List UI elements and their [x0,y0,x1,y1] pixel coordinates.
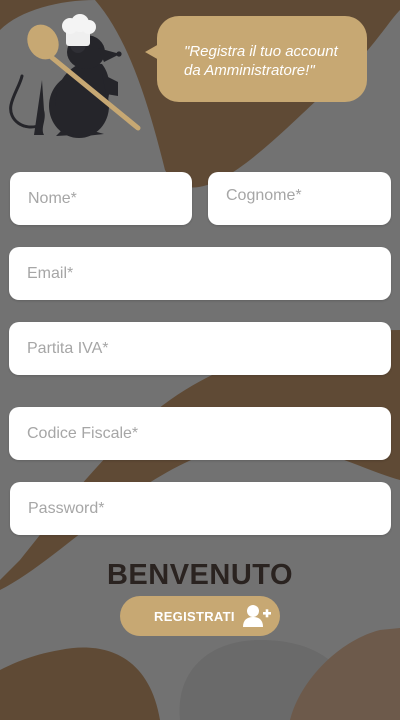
email-field[interactable] [9,247,391,300]
welcome-title: BENVENUTO [106,559,294,591]
cognome-field[interactable] [208,172,391,225]
nome-field[interactable] [10,172,192,225]
speech-bubble: "Registra il tuo account da Amministrato… [157,16,367,102]
speech-bubble-text: "Registra il tuo account da Amministrato… [184,43,338,79]
rat-chef-with-spoon-icon [9,14,141,138]
register-button-label: REGISTRATI [154,608,235,624]
password-field[interactable] [10,482,391,535]
codice-fiscale-field[interactable] [9,407,391,460]
add-user-icon [243,605,271,627]
register-button[interactable]: REGISTRATI [120,596,280,636]
partita-iva-field[interactable] [9,322,391,375]
